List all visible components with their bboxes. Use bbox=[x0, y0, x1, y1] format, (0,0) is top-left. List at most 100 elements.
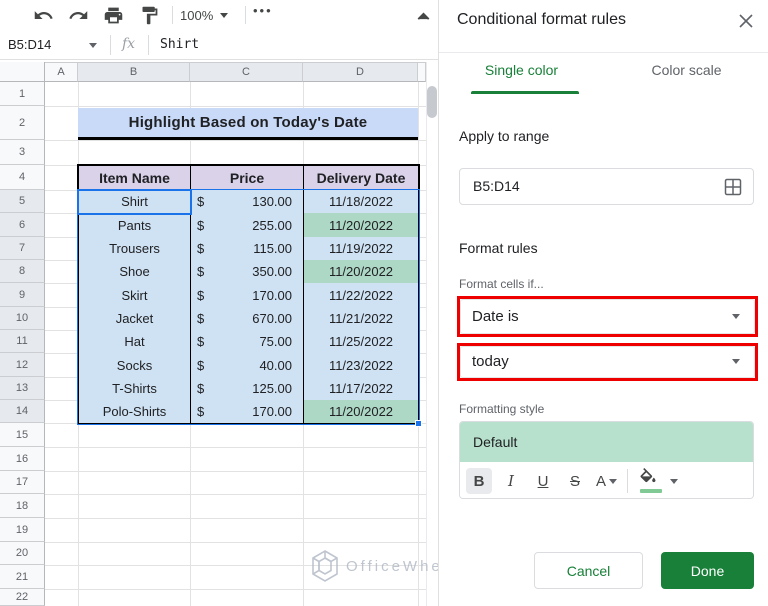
cell-B6[interactable]: Pants bbox=[78, 213, 191, 238]
formula-bar-divider bbox=[148, 35, 149, 55]
cell-C8[interactable]: $350.00 bbox=[190, 260, 304, 284]
chevron-down-icon[interactable] bbox=[89, 43, 97, 48]
row-header-18[interactable]: 18 bbox=[0, 494, 45, 518]
price-value: 670.00 bbox=[252, 311, 292, 326]
cell-D5[interactable]: 11/18/2022 bbox=[303, 190, 419, 214]
row-header-1[interactable]: 1 bbox=[0, 82, 45, 106]
cell-D9[interactable]: 11/22/2022 bbox=[303, 283, 419, 308]
row-header-22[interactable]: 22 bbox=[0, 589, 45, 606]
row-header-2[interactable]: 2 bbox=[0, 106, 45, 140]
cell-C11[interactable]: $75.00 bbox=[190, 330, 304, 354]
fill-handle[interactable] bbox=[415, 420, 422, 427]
formula-input[interactable]: Shirt bbox=[160, 37, 199, 52]
vertical-scrollbar-thumb[interactable] bbox=[427, 86, 437, 118]
zoom-select[interactable]: 100% bbox=[180, 5, 229, 25]
text-color-button[interactable]: A bbox=[596, 473, 618, 490]
cell-C6[interactable]: $255.00 bbox=[190, 213, 304, 238]
row-header-11[interactable]: 11 bbox=[0, 330, 45, 353]
row-header-7[interactable]: 7 bbox=[0, 237, 45, 260]
toolbar-divider bbox=[627, 469, 629, 493]
cell-D7[interactable]: 11/19/2022 bbox=[303, 237, 419, 261]
cell-D12[interactable]: 11/23/2022 bbox=[303, 353, 419, 378]
table-header-C4[interactable]: Price bbox=[190, 165, 304, 191]
cell-B7[interactable]: Trousers bbox=[78, 237, 191, 261]
cell-C12[interactable]: $40.00 bbox=[190, 353, 304, 378]
cell-B10[interactable]: Jacket bbox=[78, 307, 191, 331]
cell-B11[interactable]: Hat bbox=[78, 330, 191, 354]
price-value: 115.00 bbox=[253, 241, 292, 256]
cell-D6[interactable]: 11/20/2022 bbox=[303, 213, 419, 238]
collapse-toolbar-icon[interactable] bbox=[413, 6, 434, 27]
cell-B5[interactable]: Shirt bbox=[78, 190, 191, 214]
condition-param-dropdown[interactable]: today bbox=[457, 343, 758, 381]
row-header-13[interactable]: 13 bbox=[0, 377, 45, 400]
cell-D8[interactable]: 11/20/2022 bbox=[303, 260, 419, 284]
cell-B9[interactable]: Skirt bbox=[78, 283, 191, 308]
cell-D14[interactable]: 11/20/2022 bbox=[303, 400, 419, 424]
row-header-17[interactable]: 17 bbox=[0, 471, 45, 494]
format-rules-heading: Format rules bbox=[459, 240, 538, 256]
col-header-A[interactable]: A bbox=[45, 62, 78, 82]
row-header-8[interactable]: 8 bbox=[0, 260, 45, 283]
cell-B12[interactable]: Socks bbox=[78, 353, 191, 378]
cell-C13[interactable]: $125.00 bbox=[190, 377, 304, 401]
cell-C9[interactable]: $170.00 bbox=[190, 283, 304, 308]
fill-color-button[interactable] bbox=[638, 468, 668, 494]
col-header-sliver bbox=[418, 62, 426, 82]
underline-button[interactable]: U bbox=[530, 468, 556, 494]
sheet-right-edge bbox=[426, 62, 427, 606]
select-range-icon[interactable] bbox=[724, 178, 742, 196]
more-icon[interactable]: ••• bbox=[253, 3, 273, 18]
cell-D10[interactable]: 11/21/2022 bbox=[303, 307, 419, 331]
italic-button[interactable]: I bbox=[498, 468, 524, 494]
row-header-4[interactable]: 4 bbox=[0, 165, 45, 190]
col-header-C[interactable]: C bbox=[190, 62, 303, 82]
cell-C5[interactable]: $130.00 bbox=[190, 190, 304, 214]
cell-C14[interactable]: $170.00 bbox=[190, 400, 304, 424]
cell-D13[interactable]: 11/17/2022 bbox=[303, 377, 419, 401]
cell-D11[interactable]: 11/25/2022 bbox=[303, 330, 419, 354]
currency-symbol: $ bbox=[197, 194, 205, 209]
row-header-12[interactable]: 12 bbox=[0, 353, 45, 377]
row-header-21[interactable]: 21 bbox=[0, 565, 45, 589]
close-icon[interactable] bbox=[738, 13, 754, 29]
cell-C7[interactable]: $115.00 bbox=[190, 237, 304, 261]
cell-B13[interactable]: T-Shirts bbox=[78, 377, 191, 401]
table-header-D4[interactable]: Delivery Date bbox=[303, 165, 419, 191]
price-value: 130.00 bbox=[252, 194, 292, 209]
style-preview: Default bbox=[460, 422, 753, 462]
redo-icon[interactable] bbox=[68, 5, 89, 26]
cell-C10[interactable]: $670.00 bbox=[190, 307, 304, 331]
range-input[interactable]: B5:D14 bbox=[459, 168, 754, 205]
row-header-3[interactable]: 3 bbox=[0, 140, 45, 165]
zoom-value: 100% bbox=[180, 7, 214, 23]
row-header-16[interactable]: 16 bbox=[0, 447, 45, 471]
col-header-B[interactable]: B bbox=[78, 62, 190, 82]
name-box[interactable]: B5:D14 bbox=[8, 37, 51, 52]
tab-color-scale[interactable]: Color scale bbox=[604, 62, 768, 92]
cancel-button[interactable]: Cancel bbox=[534, 552, 643, 589]
cell-B8[interactable]: Shoe bbox=[78, 260, 191, 284]
row-header-5[interactable]: 5 bbox=[0, 190, 45, 213]
row-header-10[interactable]: 10 bbox=[0, 307, 45, 330]
row-header-6[interactable]: 6 bbox=[0, 213, 45, 237]
row-header-15[interactable]: 15 bbox=[0, 423, 45, 447]
cell-B14[interactable]: Polo-Shirts bbox=[78, 400, 191, 424]
print-icon[interactable] bbox=[103, 5, 124, 26]
done-button[interactable]: Done bbox=[661, 552, 754, 589]
bold-button[interactable]: B bbox=[466, 468, 492, 494]
strikethrough-button[interactable]: S bbox=[562, 468, 588, 494]
table-header-B4[interactable]: Item Name bbox=[78, 165, 191, 191]
col-header-D[interactable]: D bbox=[303, 62, 418, 82]
row-header-9[interactable]: 9 bbox=[0, 283, 45, 307]
undo-icon[interactable] bbox=[33, 5, 54, 26]
corner-box[interactable] bbox=[0, 62, 45, 82]
paint-format-icon[interactable] bbox=[139, 5, 160, 26]
row-header-14[interactable]: 14 bbox=[0, 400, 45, 423]
condition-dropdown[interactable]: Date is bbox=[457, 296, 758, 337]
row-header-20[interactable]: 20 bbox=[0, 542, 45, 565]
row-header-19[interactable]: 19 bbox=[0, 518, 45, 542]
chevron-down-icon[interactable] bbox=[670, 478, 679, 484]
title-cell[interactable]: Highlight Based on Today's Date bbox=[78, 108, 418, 140]
tab-single-color[interactable]: Single color bbox=[439, 62, 604, 92]
